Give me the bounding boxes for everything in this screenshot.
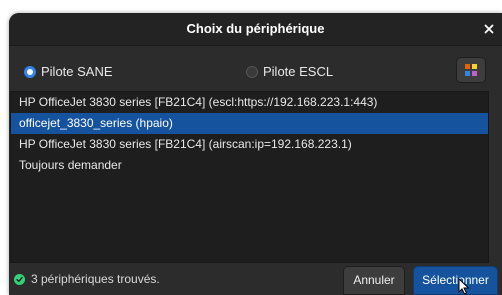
dialog-title: Choix du périphérique xyxy=(186,21,325,36)
select-button[interactable]: Sélectionner xyxy=(413,266,498,295)
radio-sane-driver[interactable]: Pilote SANE xyxy=(24,64,113,79)
title-bar[interactable]: Choix du périphérique xyxy=(9,13,502,46)
check-circle-icon xyxy=(14,273,25,285)
radio-sane-label: Pilote SANE xyxy=(41,64,113,79)
radio-escl-driver[interactable]: Pilote ESCL xyxy=(246,64,333,79)
status-message: 3 périphériques trouvés. xyxy=(14,272,160,286)
close-icon[interactable] xyxy=(482,22,496,36)
device-list-item[interactable]: HP OfficeJet 3830 series [FB21C4] (escl:… xyxy=(11,92,488,113)
mouse-pointer-icon xyxy=(458,278,470,295)
device-list-item[interactable]: HP OfficeJet 3830 series [FB21C4] (airsc… xyxy=(11,134,488,155)
radio-sane-indicator[interactable] xyxy=(24,65,36,78)
device-list-item[interactable]: Toujours demander xyxy=(11,155,488,176)
device-list-item-selected[interactable]: officejet_3830_series (hpaio) xyxy=(11,113,488,134)
radio-escl-label: Pilote ESCL xyxy=(263,64,334,79)
cancel-button[interactable]: Annuler xyxy=(343,266,405,295)
radio-escl-indicator[interactable] xyxy=(246,65,258,78)
status-text: 3 périphériques trouvés. xyxy=(31,272,160,286)
grid-colors-icon xyxy=(465,64,477,76)
device-list[interactable]: HP OfficeJet 3830 series [FB21C4] (escl:… xyxy=(10,91,489,263)
preferences-button[interactable] xyxy=(456,57,486,83)
